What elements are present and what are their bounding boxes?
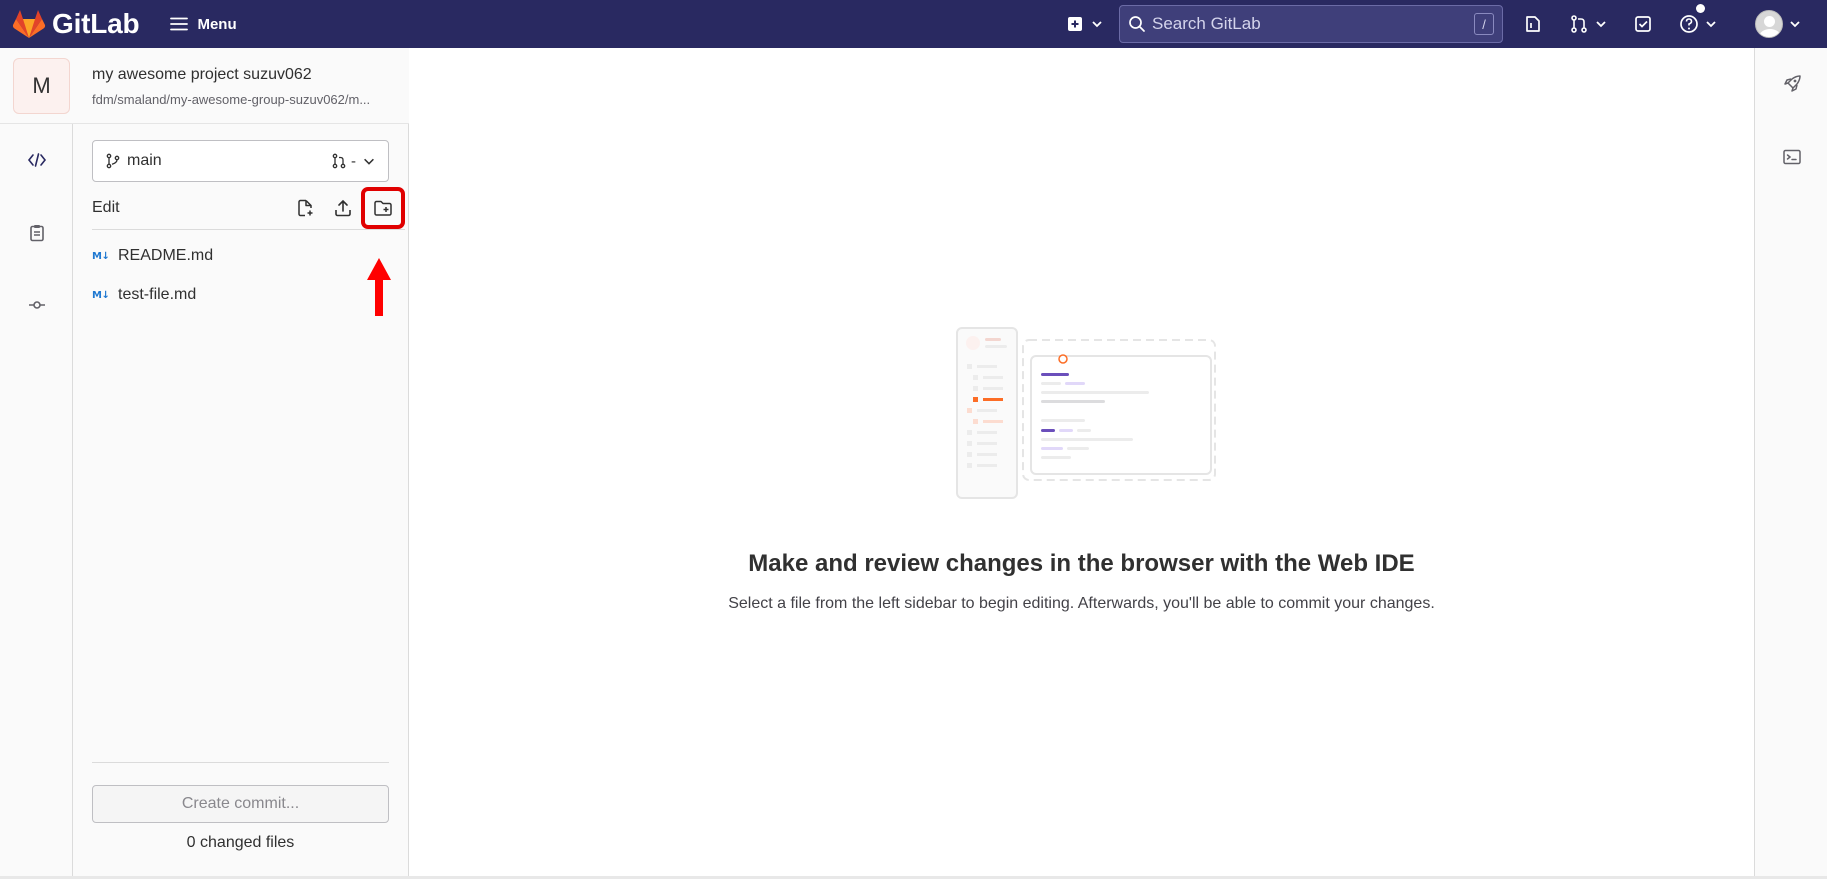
avatar — [1755, 10, 1783, 38]
menu-button[interactable]: Menu — [163, 8, 242, 40]
chevron-down-icon — [1596, 21, 1606, 28]
file-item-readme[interactable]: M↓ README.md — [92, 239, 382, 273]
commit-divider — [92, 762, 389, 763]
edit-label: Edit — [92, 198, 120, 216]
activity-commit-button[interactable] — [0, 277, 73, 333]
help-button[interactable] — [1673, 4, 1723, 40]
file-panel: main - Edit M↓ README.md M↓ test-file.md… — [73, 124, 409, 876]
pipelines-button[interactable] — [1755, 58, 1828, 110]
new-folder-icon — [374, 200, 392, 216]
chevron-down-icon — [1790, 21, 1800, 28]
project-name[interactable]: my awesome project suzuv062 — [92, 66, 312, 84]
project-header: M my awesome project suzuv062 fdm/smalan… — [0, 48, 409, 124]
navbar-right: / — [1059, 0, 1827, 48]
project-path[interactable]: fdm/smaland/my-awesome-group-suzuv062/m.… — [92, 92, 392, 107]
merge-request-placeholder: - — [351, 152, 356, 170]
upload-file-button[interactable] — [327, 192, 359, 224]
chevron-down-icon — [1092, 21, 1102, 28]
branch-icon — [106, 153, 120, 169]
new-file-button[interactable] — [289, 192, 321, 224]
new-dropdown-button[interactable] — [1059, 8, 1109, 40]
annotation-arrow-icon — [367, 258, 391, 316]
rocket-icon — [1783, 75, 1801, 92]
search-box[interactable]: / — [1119, 5, 1503, 43]
window-gutter — [1827, 0, 1847, 879]
empty-state-title: Make and review changes in the browser w… — [748, 550, 1415, 577]
new-directory-button[interactable] — [361, 186, 405, 229]
plus-square-icon — [1068, 17, 1082, 31]
notification-dot — [1696, 4, 1705, 13]
issues-button[interactable] — [1517, 8, 1549, 40]
branch-selector[interactable]: main - — [92, 140, 389, 182]
gitlab-logo-icon — [12, 10, 46, 38]
file-name: test-file.md — [118, 286, 197, 303]
activity-review-button[interactable] — [0, 205, 73, 261]
changed-files-count: 0 changed files — [186, 834, 295, 851]
activity-bar — [0, 48, 73, 876]
brand-name: GitLab — [52, 8, 140, 39]
empty-state-description: Select a file from the left sidebar to b… — [728, 595, 1435, 612]
search-shortcut-key: / — [1474, 13, 1494, 35]
terminal-icon — [1782, 149, 1801, 165]
markdown-icon: M↓ — [92, 289, 110, 301]
search-input[interactable] — [1152, 14, 1474, 34]
hamburger-icon — [170, 17, 189, 31]
todo-icon — [1635, 16, 1651, 32]
top-navbar: GitLab Menu / — [0, 0, 1827, 48]
terminal-button[interactable] — [1755, 131, 1828, 183]
edit-toolbar: Edit — [92, 186, 405, 230]
new-file-icon — [298, 199, 313, 216]
help-icon — [1680, 15, 1698, 33]
menu-label: Menu — [197, 15, 237, 33]
file-item-test-file[interactable]: M↓ test-file.md — [92, 278, 382, 312]
review-icon — [29, 225, 44, 242]
commit-icon — [28, 301, 45, 309]
todos-button[interactable] — [1627, 8, 1659, 40]
user-menu-button[interactable] — [1749, 8, 1807, 40]
merge-requests-button[interactable] — [1563, 8, 1613, 40]
activity-edit-button[interactable] — [0, 132, 73, 188]
branch-name: main — [127, 152, 162, 169]
issues-icon — [1526, 16, 1540, 32]
create-commit-button[interactable]: Create commit... — [92, 785, 389, 823]
merge-request-icon — [332, 153, 346, 169]
chevron-down-icon — [1706, 21, 1716, 28]
merge-request-icon — [1571, 15, 1587, 33]
chevron-down-icon — [364, 158, 374, 165]
right-sidebar — [1754, 48, 1827, 876]
upload-icon — [335, 199, 351, 216]
code-icon — [27, 153, 46, 167]
search-icon — [1129, 16, 1145, 32]
gitlab-home-link[interactable]: GitLab — [12, 0, 140, 48]
editor-main-area: Make and review changes in the browser w… — [409, 48, 1754, 876]
file-name: README.md — [118, 247, 214, 264]
project-avatar[interactable]: M — [13, 58, 70, 114]
web-ide-illustration — [956, 327, 1216, 499]
markdown-icon: M↓ — [92, 250, 110, 262]
